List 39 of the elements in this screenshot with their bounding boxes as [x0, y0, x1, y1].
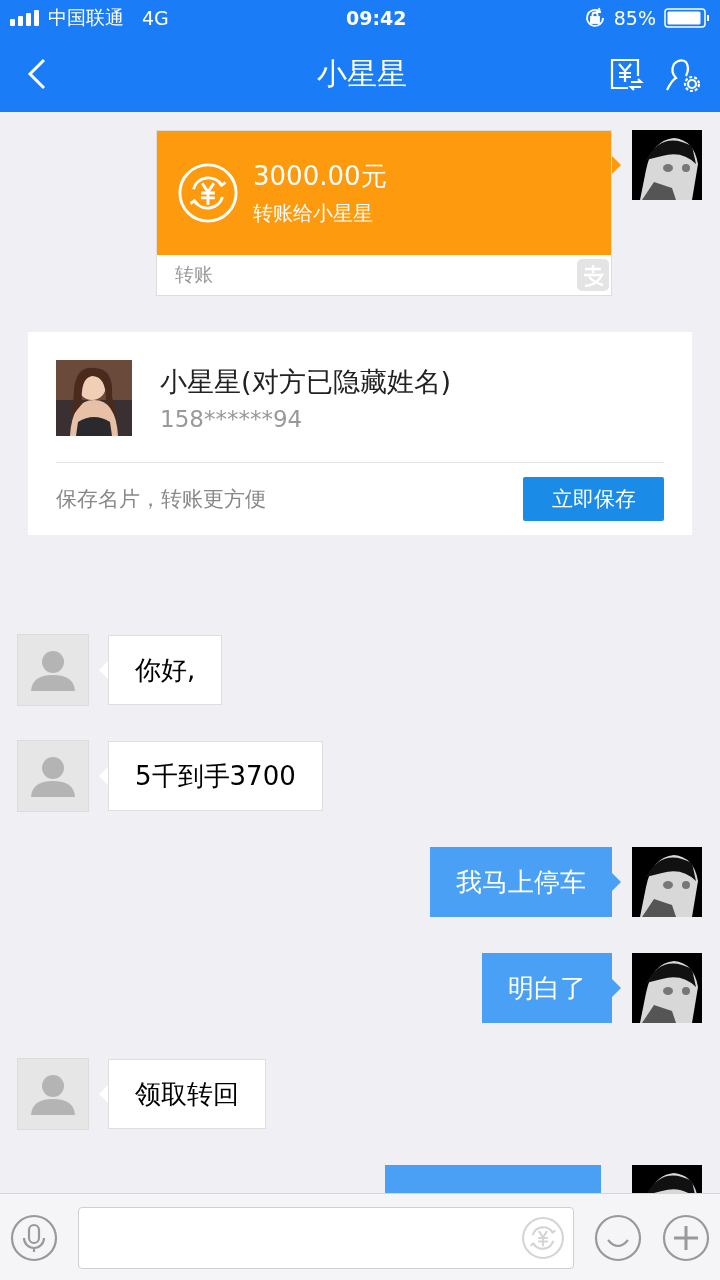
- bubble-tail: [99, 661, 108, 679]
- transfer-label: 转账: [175, 262, 213, 287]
- battery-percent: 85%: [613, 7, 656, 29]
- bubble-tail: [99, 1085, 108, 1103]
- carrier-name: 中国联通: [48, 5, 124, 30]
- message-input[interactable]: [78, 1206, 574, 1269]
- microphone-icon[interactable]: [10, 1213, 58, 1262]
- save-hint: 保存名片，转账更方便: [56, 486, 266, 513]
- avatar-icon: [18, 1059, 88, 1129]
- rotation-lock-icon: [583, 7, 606, 29]
- bubble-tail: [612, 979, 621, 997]
- payment-logo-icon: [577, 259, 609, 291]
- network-type: 4G: [142, 7, 169, 29]
- contact-settings-icon[interactable]: [664, 56, 700, 92]
- save-button[interactable]: 立即保存: [523, 477, 664, 521]
- bubble-tail: [612, 873, 621, 891]
- transfer-bubble[interactable]: 3000.00元 转账给小星星 转账: [156, 130, 612, 296]
- contact-name: 小星星(对方已隐藏姓名): [160, 365, 452, 399]
- signal-icon: [10, 10, 40, 26]
- chat-title: 小星星: [316, 54, 408, 93]
- message-bubble: 5千到手3700: [108, 741, 323, 811]
- contact-phone: 158******94: [160, 406, 304, 432]
- yen-transfer-icon: [521, 1215, 565, 1260]
- clock: 09:42: [345, 7, 408, 29]
- avatar-icon: [18, 741, 88, 811]
- bubble-tail: [612, 156, 621, 174]
- message-bubble: 我马上停车: [430, 847, 612, 917]
- message-bubble: 你好,: [108, 635, 223, 705]
- emoji-icon[interactable]: [594, 1213, 642, 1262]
- transfer-record-icon[interactable]: [608, 56, 644, 92]
- avatar-icon: [18, 635, 88, 705]
- bubble-tail: [99, 767, 108, 785]
- transfer-note: 转账给小星星: [253, 200, 374, 227]
- message-bubble: 领取转回: [108, 1059, 266, 1129]
- transfer-amount: 3000.00元: [253, 160, 387, 193]
- battery-icon: [664, 8, 710, 28]
- add-icon[interactable]: [662, 1213, 710, 1262]
- yen-transfer-icon: [177, 162, 239, 224]
- message-bubble: 明白了: [482, 953, 612, 1023]
